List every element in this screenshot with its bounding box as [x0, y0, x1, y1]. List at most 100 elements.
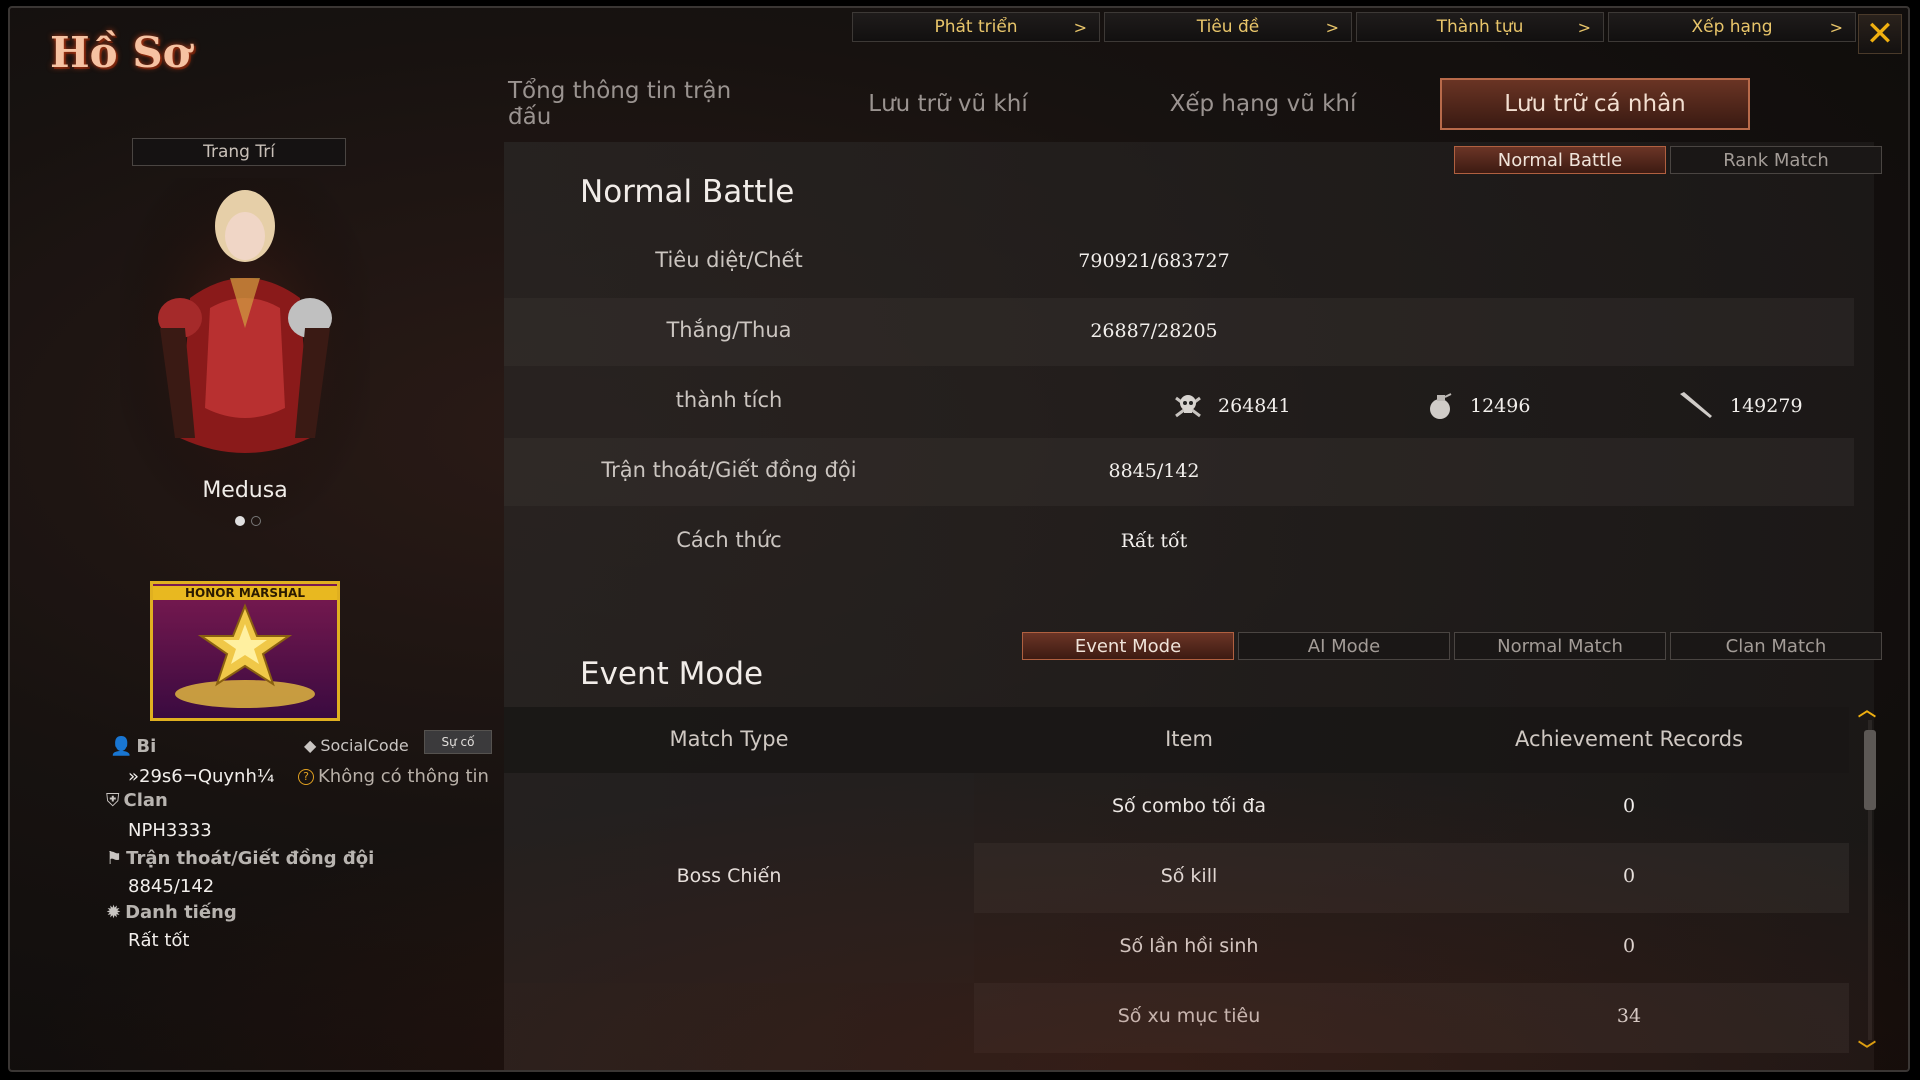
desert-row: ⚑ Trận thoát/Giết đồng đội	[106, 848, 374, 869]
stat-label: Trận thoát/Giết đồng đội	[601, 458, 857, 482]
stat-label: Thắng/Thua	[666, 318, 792, 342]
character-name: Medusa	[202, 478, 288, 503]
no-info-row: ? Không có thông tin	[298, 766, 489, 787]
stat-row-manner: Cách thức Rất tốt	[504, 508, 1854, 576]
no-info-text: Không có thông tin	[318, 766, 489, 787]
star-medal-icon	[175, 603, 315, 708]
table-row: Số combo tối đa 0	[974, 773, 1849, 843]
row-item: Số xu mục tiêu	[1117, 1005, 1261, 1027]
achievement-skull: 264841	[1172, 390, 1291, 422]
user-icon: 👤	[110, 736, 133, 757]
nav-label: Phát triển	[934, 17, 1018, 37]
match-type-value: Boss Chiến	[676, 865, 782, 887]
tab-normal-battle[interactable]: Normal Battle	[1454, 146, 1666, 174]
table-header: Match Type Item Achievement Records	[504, 707, 1849, 773]
stat-label: Tiêu diệt/Chết	[655, 248, 803, 272]
chevron-right-icon: >	[1073, 17, 1087, 37]
table-scrollbar[interactable]: ︿ ﹀	[1858, 700, 1878, 1061]
main-tabs: Tổng thông tin trận đấu Lưu trữ vũ khí X…	[488, 78, 1750, 130]
row-item: Số kill	[1160, 865, 1218, 887]
runner-icon: ⚑	[106, 848, 123, 869]
player-id: »29s6¬Quynh¼	[128, 766, 275, 787]
nav-achievement-button[interactable]: Thành tựu >	[1356, 12, 1604, 42]
profile-window: Hồ Sơ Phát triển > Tiêu đề > Thành tựu > Xế…	[8, 6, 1910, 1072]
pager-dot-active[interactable]	[235, 516, 245, 526]
scroll-down-icon[interactable]: ﹀	[1858, 1036, 1876, 1062]
stat-label: Cách thức	[676, 528, 782, 552]
reputation-row: ✹ Danh tiếng	[106, 902, 237, 923]
tab-event-mode[interactable]: Event Mode	[1022, 632, 1234, 660]
stat-row-kill-death: Tiêu diệt/Chết 790921/683727	[504, 228, 1854, 296]
report-button[interactable]: Sự cố	[424, 730, 492, 754]
tab-personal-storage[interactable]: Lưu trữ cá nhân	[1440, 78, 1750, 130]
tab-rank-match[interactable]: Rank Match	[1670, 146, 1882, 174]
decoration-button[interactable]: Trang Trí	[132, 138, 346, 166]
achievement-grenade: 12496	[1424, 390, 1530, 422]
tab-weapon-ranking[interactable]: Xếp hạng vũ khí	[1098, 78, 1428, 130]
knife-icon	[1680, 392, 1712, 418]
row-record: 0	[1622, 935, 1636, 957]
clan-value: NPH3333	[128, 820, 212, 841]
nav-title-button[interactable]: Tiêu đề >	[1104, 12, 1352, 42]
character-pager	[235, 516, 261, 526]
clan-row: ⛨ Clan	[106, 790, 168, 811]
normal-battle-title: Normal Battle	[580, 174, 795, 210]
social-code-row: ◆ SocialCode	[304, 736, 409, 755]
row-record: 0	[1622, 865, 1636, 887]
row-item: Số lần hồi sinh	[1119, 935, 1259, 957]
content-panel: Normal Battle Normal Battle Rank Match T…	[504, 142, 1882, 1070]
table-row: Số kill 0	[974, 843, 1849, 913]
header-achievement-records: Achievement Records	[1514, 727, 1744, 751]
chevron-right-icon: >	[1577, 17, 1591, 37]
stat-value: Rất tốt	[1120, 530, 1188, 552]
stat-row-win-loss: Thắng/Thua 26887/28205	[504, 298, 1854, 366]
app-title: Hồ Sơ	[50, 28, 191, 77]
top-nav: Phát triển > Tiêu đề > Thành tựu > Xếp hạng…	[852, 12, 1856, 42]
stat-row-desert: Trận thoát/Giết đồng đội 8845/142	[504, 438, 1854, 506]
pager-dot[interactable]	[251, 516, 261, 526]
achievement-value: 149279	[1730, 395, 1803, 417]
player-name-label: Bi	[136, 736, 157, 757]
achievement-value: 12496	[1470, 395, 1531, 417]
question-icon: ?	[298, 768, 314, 785]
nav-ranking-button[interactable]: Xếp hạng >	[1608, 12, 1856, 42]
reputation-value: Rất tốt	[128, 930, 190, 951]
grenade-icon	[1430, 393, 1452, 419]
tab-normal-match[interactable]: Normal Match	[1454, 632, 1666, 660]
match-type-cell: Boss Chiến	[504, 773, 974, 983]
nav-label: Tiêu đề	[1196, 17, 1260, 37]
nav-development-button[interactable]: Phát triển >	[852, 12, 1100, 42]
stat-value: 790921/683727	[1078, 250, 1230, 272]
skull-icon	[1175, 395, 1201, 418]
tag-icon: ◆	[304, 736, 317, 755]
clan-label: Clan	[123, 790, 168, 811]
desert-label: Trận thoát/Giết đồng đội	[126, 848, 375, 869]
tab-weapon-storage[interactable]: Lưu trữ vũ khí	[798, 78, 1098, 130]
tab-clan-match[interactable]: Clan Match	[1670, 632, 1882, 660]
row-item: Số combo tối đa	[1111, 795, 1267, 817]
event-mode-title: Event Mode	[580, 656, 764, 692]
gear-icon: ✹	[106, 902, 122, 923]
achievement-knife: 149279	[1676, 390, 1803, 422]
rank-badge: HONOR MARSHAL	[150, 581, 340, 721]
scroll-thumb[interactable]	[1864, 730, 1876, 810]
row-record: 0	[1622, 795, 1636, 817]
tab-ai-mode[interactable]: AI Mode	[1238, 632, 1450, 660]
stat-value: 26887/28205	[1090, 320, 1218, 342]
achievement-value: 264841	[1218, 395, 1291, 417]
table-row: Số lần hồi sinh 0	[974, 913, 1849, 983]
player-name-row: 👤 Bi	[110, 736, 156, 757]
close-icon: ✕	[1865, 14, 1895, 54]
close-button[interactable]: ✕	[1858, 14, 1902, 54]
badge-label: HONOR MARSHAL	[153, 586, 337, 600]
social-code-label: SocialCode	[320, 736, 409, 755]
tab-match-summary[interactable]: Tổng thông tin trận đấu	[488, 78, 798, 130]
nav-label: Thành tựu	[1436, 17, 1524, 37]
desert-value: 8845/142	[128, 876, 215, 897]
stat-value: 8845/142	[1108, 460, 1200, 482]
reputation-label: Danh tiếng	[125, 902, 237, 923]
nav-label: Xếp hạng	[1691, 17, 1773, 37]
row-record: 34	[1616, 1005, 1642, 1027]
stat-label: thành tích	[675, 388, 783, 412]
scroll-up-icon[interactable]: ︿	[1858, 696, 1876, 722]
